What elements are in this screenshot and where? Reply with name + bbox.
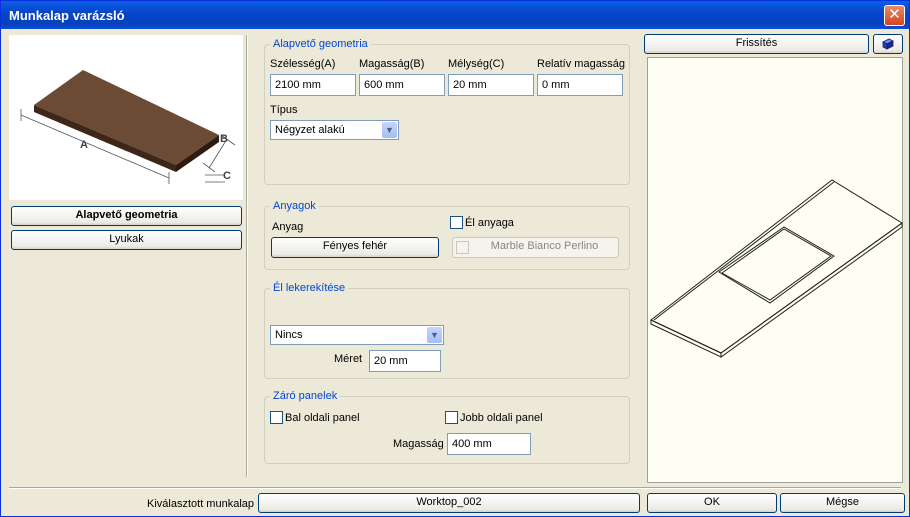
basic-geometry-button[interactable]: Alapvető geometria bbox=[11, 206, 242, 226]
depth-input[interactable]: 20 mm bbox=[448, 74, 534, 96]
width-input[interactable]: 2100 mm bbox=[270, 74, 356, 96]
chevron-down-icon[interactable]: ▼ bbox=[382, 122, 397, 138]
selected-worktop-button[interactable]: Worktop_002 bbox=[258, 493, 640, 513]
cube-icon bbox=[882, 38, 894, 50]
wizard-window: Munkalap varázsló ✕ A B C Alapvető geome… bbox=[0, 0, 910, 517]
edge-rounding-select[interactable]: Nincs ▼ bbox=[270, 325, 444, 345]
holes-button[interactable]: Lyukak bbox=[11, 230, 242, 250]
ok-button[interactable]: OK bbox=[647, 493, 777, 513]
relative-height-input[interactable]: 0 mm bbox=[537, 74, 623, 96]
depth-label: Mélység(C) bbox=[448, 58, 505, 70]
material-button-label: Fényes fehér bbox=[322, 240, 388, 252]
panel-height-label: Magasság bbox=[393, 438, 444, 450]
cancel-button[interactable]: Mégse bbox=[780, 493, 905, 513]
refresh-button[interactable]: Frissítés bbox=[644, 34, 869, 54]
title-bar[interactable]: Munkalap varázsló ✕ bbox=[1, 1, 909, 29]
left-panel-checkbox[interactable] bbox=[270, 411, 283, 424]
right-panel-checkbox[interactable] bbox=[445, 411, 458, 424]
end-panels-group-title: Záró panelek bbox=[270, 390, 341, 402]
basic-geometry-group-title: Alapvető geometria bbox=[270, 38, 371, 50]
edge-material-button[interactable]: Marble Bianco Perlino bbox=[452, 237, 619, 258]
material-button[interactable]: Fényes fehér bbox=[271, 237, 439, 258]
window-title: Munkalap varázsló bbox=[9, 8, 125, 23]
type-label: Típus bbox=[270, 104, 298, 116]
edge-material-button-label: Marble Bianco Perlino bbox=[490, 240, 599, 252]
worktop-preview-image: A B C bbox=[9, 35, 243, 200]
left-panel-label: Bal oldali panel bbox=[285, 412, 360, 424]
materials-group-title: Anyagok bbox=[270, 200, 319, 212]
dimension-a-label: A bbox=[80, 139, 88, 151]
size-label: Méret bbox=[334, 353, 363, 365]
size-input[interactable]: 20 mm bbox=[369, 350, 441, 372]
edge-rounding-select-value: Nincs bbox=[275, 329, 303, 341]
view-mode-button[interactable] bbox=[873, 34, 903, 54]
type-select-value: Négyzet alakú bbox=[275, 124, 345, 136]
relative-height-label: Relatív magasság bbox=[537, 58, 626, 70]
edge-material-swatch bbox=[456, 241, 469, 254]
vertical-divider bbox=[246, 35, 248, 477]
chevron-down-icon[interactable]: ▼ bbox=[427, 327, 442, 343]
type-select[interactable]: Négyzet alakú ▼ bbox=[270, 120, 399, 140]
height-input[interactable]: 600 mm bbox=[359, 74, 445, 96]
close-icon[interactable]: ✕ bbox=[884, 5, 905, 26]
panel-height-input[interactable]: 400 mm bbox=[447, 433, 531, 455]
3d-view-panel[interactable] bbox=[647, 57, 903, 483]
footer-divider bbox=[9, 487, 901, 489]
material-label: Anyag bbox=[272, 221, 304, 233]
edge-rounding-group-title: Él lekerekítése bbox=[270, 282, 349, 294]
selected-worktop-label: Kiválasztott munkalap bbox=[147, 498, 254, 510]
width-label: Szélesség(A) bbox=[270, 58, 336, 70]
dimension-b-label: B bbox=[220, 133, 228, 145]
right-panel-label: Jobb oldali panel bbox=[460, 412, 543, 424]
dimension-c-label: C bbox=[223, 170, 231, 182]
edge-material-checkbox[interactable] bbox=[450, 216, 463, 229]
height-label: Magasság(B) bbox=[359, 58, 425, 70]
edge-material-label: Él anyaga bbox=[465, 217, 514, 229]
